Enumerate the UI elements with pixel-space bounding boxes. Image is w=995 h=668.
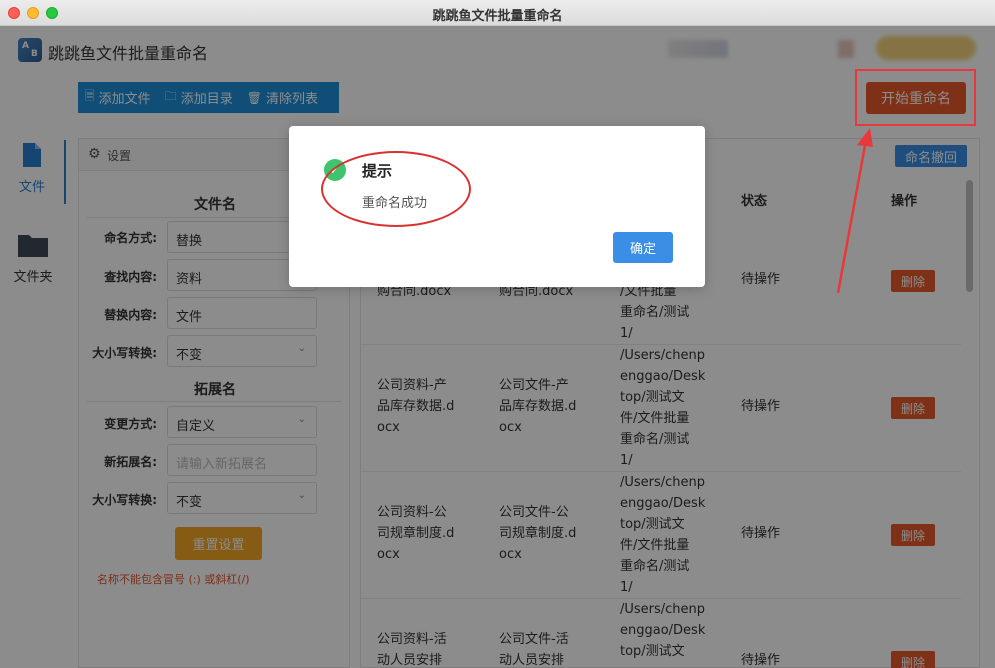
annotation-ellipse [321, 151, 471, 227]
window-title: 跳跳鱼文件批量重命名 [432, 9, 563, 24]
annotation-highlight-frame [855, 69, 976, 126]
window-titlebar: 跳跳鱼文件批量重命名 [0, 0, 995, 26]
modal-overlay [0, 26, 995, 668]
dialog-ok-button[interactable]: 确定 [613, 232, 673, 263]
